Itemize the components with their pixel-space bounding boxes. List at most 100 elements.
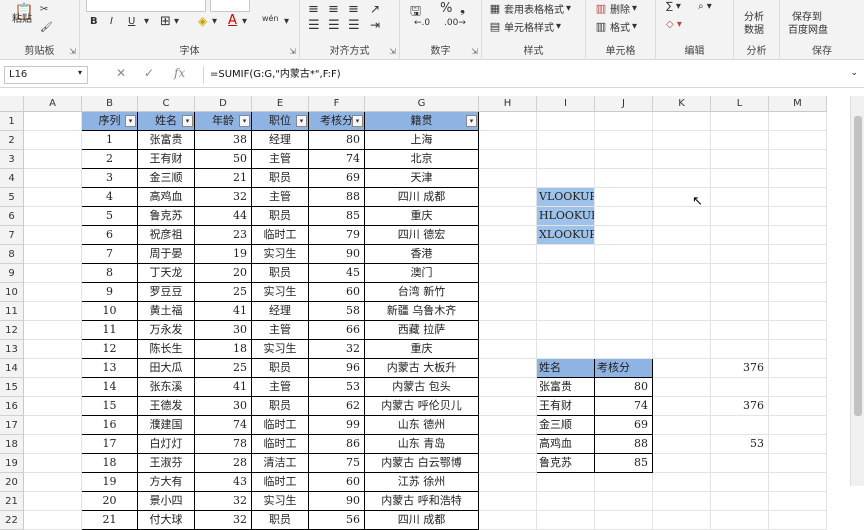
italic-button[interactable]: I bbox=[110, 16, 113, 27]
table-cell[interactable]: 1 bbox=[82, 131, 138, 150]
delete-button[interactable]: ▥ 删除 ▾ bbox=[594, 1, 637, 17]
row-header-1[interactable]: 1 bbox=[0, 112, 24, 131]
cell[interactable] bbox=[653, 226, 711, 245]
font-color-dropdown-icon[interactable]: ▾ bbox=[242, 16, 247, 27]
cell[interactable] bbox=[711, 378, 769, 397]
table-cell[interactable]: 17 bbox=[82, 435, 138, 454]
cell[interactable] bbox=[769, 340, 827, 359]
align-bottom-icon[interactable]: ≡ bbox=[348, 2, 359, 17]
increase-decimal-icon[interactable]: ←.0 bbox=[414, 18, 430, 28]
cell[interactable] bbox=[24, 454, 82, 473]
table-header-cell[interactable]: 考核分 ▾ bbox=[309, 112, 365, 131]
column-header-M[interactable]: M bbox=[769, 96, 827, 112]
table-cell[interactable]: 金三顺 bbox=[138, 169, 195, 188]
column-header-L[interactable]: L bbox=[711, 96, 769, 112]
cell[interactable] bbox=[711, 169, 769, 188]
column-header-B[interactable]: B bbox=[82, 96, 138, 112]
cell[interactable] bbox=[537, 283, 595, 302]
cell[interactable] bbox=[24, 226, 82, 245]
cell[interactable] bbox=[24, 283, 82, 302]
table-cell[interactable]: 74 bbox=[309, 150, 365, 169]
cancel-icon[interactable]: ✕ bbox=[116, 66, 126, 80]
table-cell[interactable]: 74 bbox=[195, 416, 252, 435]
cell[interactable] bbox=[24, 321, 82, 340]
row-header-17[interactable]: 17 bbox=[0, 416, 24, 435]
cell[interactable] bbox=[769, 264, 827, 283]
cell[interactable] bbox=[24, 302, 82, 321]
cell[interactable] bbox=[769, 283, 827, 302]
cell[interactable] bbox=[537, 112, 595, 131]
table-cell[interactable]: 主管 bbox=[252, 378, 309, 397]
cell[interactable] bbox=[653, 359, 711, 378]
fill-dropdown-icon[interactable]: ▾ bbox=[212, 16, 217, 27]
cell[interactable] bbox=[479, 112, 537, 131]
worksheet-grid[interactable]: A B C D E F G H I J K L M 1 2 3 4 5 6 7 8 9 10 11 12 13 14 15 16 17 18… bbox=[0, 96, 864, 530]
row-header-12[interactable]: 12 bbox=[0, 321, 24, 340]
table-cell[interactable]: 21 bbox=[82, 511, 138, 530]
save-to-baidu-line2[interactable]: 百度网盘 bbox=[788, 21, 828, 36]
cell[interactable] bbox=[653, 264, 711, 283]
cell[interactable] bbox=[24, 378, 82, 397]
font-color-icon[interactable]: A bbox=[228, 13, 237, 28]
table-cell[interactable]: 王有财 bbox=[138, 150, 195, 169]
cell[interactable] bbox=[479, 245, 537, 264]
cell[interactable] bbox=[595, 112, 653, 131]
table-cell[interactable]: 江苏 徐州 bbox=[365, 473, 479, 492]
cell[interactable] bbox=[537, 245, 595, 264]
table-cell[interactable]: 9 bbox=[82, 283, 138, 302]
table-cell[interactable]: 田大瓜 bbox=[138, 359, 195, 378]
sum-icon[interactable]: ∑ ▾ bbox=[666, 1, 681, 12]
scrollbar-thumb[interactable] bbox=[854, 116, 862, 416]
table-cell[interactable]: 79 bbox=[309, 226, 365, 245]
row-header-22[interactable]: 22 bbox=[0, 511, 24, 530]
column-header-D[interactable]: D bbox=[195, 96, 252, 112]
name-box-dropdown-icon[interactable]: ▾ bbox=[78, 68, 82, 77]
cell[interactable] bbox=[595, 150, 653, 169]
table-header-cell[interactable]: 序列 ▾ bbox=[82, 112, 138, 131]
table-cell[interactable]: 7 bbox=[82, 245, 138, 264]
cell[interactable] bbox=[24, 359, 82, 378]
border-icon[interactable]: ⊞ bbox=[160, 14, 171, 29]
orientation-icon[interactable]: ↗ bbox=[370, 2, 380, 16]
cell[interactable] bbox=[537, 492, 595, 511]
font-name-box[interactable] bbox=[86, 0, 206, 12]
border-dropdown-icon[interactable]: ▾ bbox=[174, 16, 179, 27]
cell[interactable] bbox=[479, 492, 537, 511]
cell[interactable] bbox=[711, 473, 769, 492]
table-cell[interactable]: 付大球 bbox=[138, 511, 195, 530]
comma-icon[interactable]: ❟ bbox=[460, 1, 465, 16]
row-header-7[interactable]: 7 bbox=[0, 226, 24, 245]
font-launcher-icon[interactable]: ⇲ bbox=[289, 47, 296, 56]
table-cell[interactable]: 实习生 bbox=[252, 245, 309, 264]
filter-dropdown-icon[interactable]: ▾ bbox=[296, 115, 307, 127]
cell[interactable] bbox=[479, 473, 537, 492]
cell[interactable] bbox=[653, 378, 711, 397]
row-header-21[interactable]: 21 bbox=[0, 492, 24, 511]
cell[interactable] bbox=[595, 321, 653, 340]
table-cell[interactable]: 周于晏 bbox=[138, 245, 195, 264]
row-header-8[interactable]: 8 bbox=[0, 245, 24, 264]
table-cell[interactable]: 方大有 bbox=[138, 473, 195, 492]
table-cell[interactable]: 张东溪 bbox=[138, 378, 195, 397]
align-left-icon[interactable]: ☰ bbox=[308, 18, 320, 33]
cell[interactable] bbox=[595, 473, 653, 492]
format-painter-icon[interactable]: 🖌 bbox=[40, 22, 53, 33]
table-cell[interactable]: 重庆 bbox=[365, 340, 479, 359]
table-cell[interactable]: 90 bbox=[309, 492, 365, 511]
table-cell[interactable]: 6 bbox=[82, 226, 138, 245]
table-cell[interactable]: 28 bbox=[195, 454, 252, 473]
table-cell[interactable]: 11 bbox=[82, 321, 138, 340]
decrease-decimal-icon[interactable]: .00→ bbox=[444, 18, 466, 28]
cell[interactable] bbox=[479, 359, 537, 378]
cell[interactable] bbox=[537, 321, 595, 340]
table-cell[interactable]: 45 bbox=[309, 264, 365, 283]
table-cell[interactable]: 4 bbox=[82, 188, 138, 207]
table-cell[interactable]: 主管 bbox=[252, 188, 309, 207]
cell[interactable] bbox=[479, 283, 537, 302]
table-cell[interactable]: 内蒙古 大板升 bbox=[365, 359, 479, 378]
analyze-data-button-line2[interactable]: 数据 bbox=[744, 21, 764, 36]
table-cell[interactable]: 职员 bbox=[252, 511, 309, 530]
table-cell[interactable]: 53 bbox=[309, 378, 365, 397]
table-cell[interactable]: 86 bbox=[309, 435, 365, 454]
alignment-launcher-icon[interactable]: ⇲ bbox=[389, 47, 396, 56]
